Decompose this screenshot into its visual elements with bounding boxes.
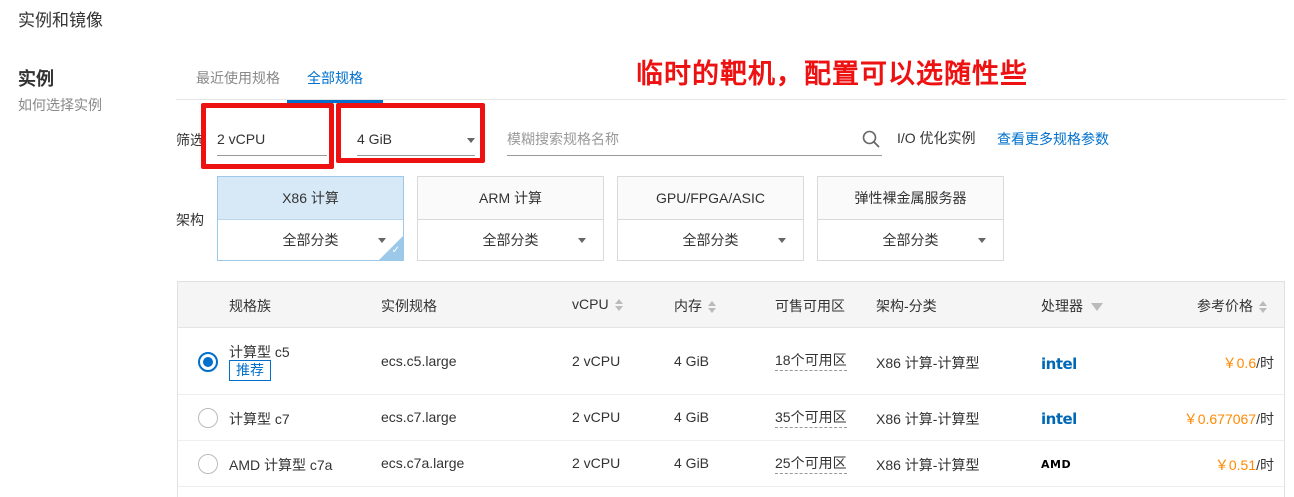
sort-icon[interactable] <box>1259 301 1267 314</box>
arch-category-select[interactable]: 全部分类 <box>818 220 1003 260</box>
instance-heading: 实例 <box>18 69 54 89</box>
col-vcpu: vCPU <box>572 296 609 312</box>
arch-card-gpu[interactable]: GPU/FPGA/ASIC 全部分类 <box>617 176 804 261</box>
row-zones[interactable]: 18个可用区 <box>775 350 847 371</box>
row-zones[interactable]: 35个可用区 <box>775 407 847 428</box>
price-unit: /时 <box>1256 355 1274 371</box>
row-radio[interactable] <box>198 408 218 428</box>
filter-label: 筛选 <box>176 132 204 148</box>
row-radio[interactable] <box>198 454 218 474</box>
highlight-box-vcpu <box>201 103 334 169</box>
row-memory: 4 GiB <box>674 353 710 369</box>
row-vcpu: 2 vCPU <box>572 455 621 471</box>
arch-card-arm[interactable]: ARM 计算 全部分类 <box>417 176 604 261</box>
row-arch: X86 计算-计算型 <box>876 355 980 371</box>
table-row[interactable]: 计算型 c5 推荐 ecs.c5.large 2 vCPU 4 GiB 18个可… <box>178 328 1284 395</box>
tab-recent-specs[interactable]: 最近使用规格 <box>196 68 280 100</box>
filter-icon[interactable] <box>1091 303 1103 312</box>
annotation-text: 临时的靶机，配置可以选随性些 <box>636 59 1028 89</box>
arch-category-select[interactable]: 全部分类 <box>218 220 403 260</box>
row-spec: ecs.c5.large <box>381 353 457 369</box>
arch-card-x86[interactable]: X86 计算 全部分类 ✓ <box>217 176 404 261</box>
price-unit: /时 <box>1256 457 1274 473</box>
arch-category-select[interactable]: 全部分类 <box>418 220 603 260</box>
row-vcpu: 2 vCPU <box>572 353 621 369</box>
chevron-down-icon <box>978 238 986 243</box>
row-spec: ecs.c7a.large <box>381 455 465 471</box>
col-spec: 实例规格 <box>381 298 437 314</box>
arch-category-value: 全部分类 <box>682 232 739 248</box>
col-arch: 架构-分类 <box>876 298 937 314</box>
tab-all-specs[interactable]: 全部规格 <box>287 68 383 103</box>
spec-table: 规格族 实例规格 vCPU 内存 可售可用区 架构-分类 处理器 参考价格 计算… <box>177 281 1285 497</box>
price-unit: /时 <box>1256 411 1274 427</box>
recommend-badge: 推荐 <box>229 360 271 381</box>
col-price-sort[interactable]: 参考价格 <box>1197 296 1267 316</box>
col-processor: 处理器 <box>1041 298 1083 314</box>
chevron-down-icon <box>578 238 586 243</box>
check-icon: ✓ <box>391 245 400 256</box>
sort-icon[interactable] <box>708 301 716 314</box>
chevron-down-icon <box>778 238 786 243</box>
arch-card-title: ARM 计算 <box>418 177 603 220</box>
price-amount: ￥0.51 <box>1214 457 1257 473</box>
col-vcpu-sort[interactable]: vCPU <box>572 296 623 312</box>
spec-search-input[interactable] <box>507 124 847 154</box>
search-icon[interactable] <box>862 130 880 148</box>
how-to-choose-link[interactable]: 如何选择实例 <box>18 95 102 115</box>
row-price: ￥0.51/时 <box>1215 455 1274 475</box>
section-title: 实例和镜像 <box>18 11 103 30</box>
col-zones: 可售可用区 <box>775 298 845 314</box>
highlight-box-memory <box>336 103 485 163</box>
col-family: 规格族 <box>229 298 271 314</box>
table-row[interactable]: AMD 计算型 c7a ecs.c7a.large 2 vCPU 4 GiB 2… <box>178 441 1284 487</box>
row-family: 计算型 c5 <box>229 344 290 360</box>
row-memory: 4 GiB <box>674 455 710 471</box>
col-processor-filter[interactable]: 处理器 <box>1041 296 1103 316</box>
row-zones[interactable]: 25个可用区 <box>775 453 847 474</box>
row-radio[interactable] <box>198 352 218 372</box>
table-header: 规格族 实例规格 vCPU 内存 可售可用区 架构-分类 处理器 参考价格 <box>178 282 1284 328</box>
price-amount: ￥0.677067 <box>1183 411 1257 427</box>
sort-icon[interactable] <box>614 299 623 312</box>
intel-logo: intel <box>1041 355 1077 373</box>
row-family: AMD 计算型 c7a <box>229 457 333 473</box>
arch-category-select[interactable]: 全部分类 <box>618 220 803 260</box>
row-price: ￥0.677067/时 <box>1184 409 1274 429</box>
row-family: 计算型 c7 <box>229 411 290 427</box>
row-vcpu: 2 vCPU <box>572 409 621 425</box>
col-memory: 内存 <box>674 298 702 314</box>
table-row[interactable]: 计算型 c7 ecs.c7.large 2 vCPU 4 GiB 35个可用区 … <box>178 395 1284 441</box>
row-arch: X86 计算-计算型 <box>876 411 980 427</box>
row-memory: 4 GiB <box>674 409 710 425</box>
col-memory-sort[interactable]: 内存 <box>674 296 716 316</box>
col-price: 参考价格 <box>1197 298 1253 314</box>
spec-search <box>507 124 882 156</box>
row-price: ￥0.6/时 <box>1223 353 1274 373</box>
arch-category-value: 全部分类 <box>882 232 939 248</box>
row-arch: X86 计算-计算型 <box>876 457 980 473</box>
arch-card-title: X86 计算 <box>218 177 403 220</box>
price-amount: ￥0.6 <box>1222 355 1257 371</box>
arch-card-title: 弹性裸金属服务器 <box>818 177 1003 220</box>
more-spec-params-link[interactable]: 查看更多规格参数 <box>997 129 1109 149</box>
io-optimized-label: I/O 优化实例 <box>897 130 976 146</box>
row-spec: ecs.c7.large <box>381 409 457 425</box>
architecture-label: 架构 <box>176 212 204 228</box>
intel-logo: intel <box>1041 410 1077 428</box>
arch-category-value: 全部分类 <box>482 232 539 248</box>
arch-card-title: GPU/FPGA/ASIC <box>618 177 803 220</box>
arch-category-value: 全部分类 <box>282 232 339 248</box>
amd-logo: AMD <box>1041 458 1072 471</box>
arch-card-bare-metal[interactable]: 弹性裸金属服务器 全部分类 <box>817 176 1004 261</box>
